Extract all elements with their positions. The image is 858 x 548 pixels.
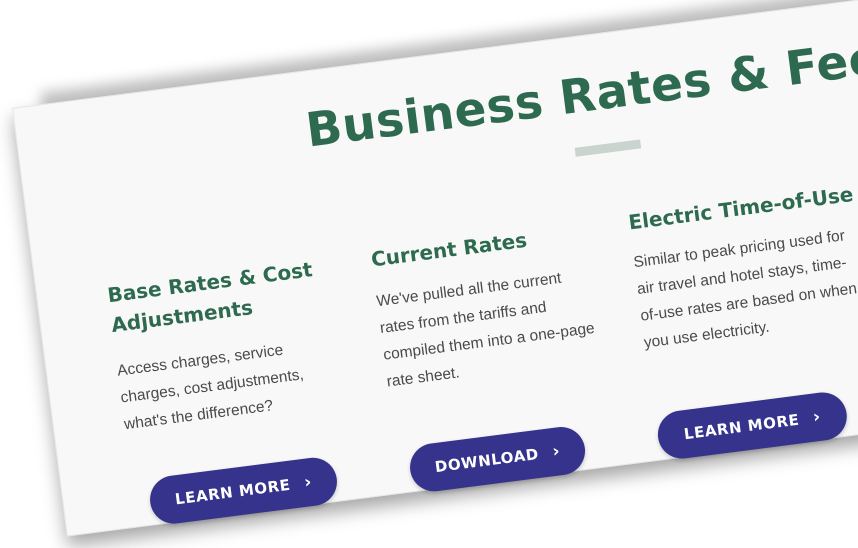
column-description: Access charges, service charges, cost ad… — [116, 341, 305, 434]
button-label: LEARN MORE — [173, 475, 292, 509]
download-button[interactable]: DOWNLOAD › — [407, 424, 588, 495]
chevron-right-icon: › — [811, 406, 822, 428]
column-description: Similar to peak pricing used for air tra… — [632, 227, 858, 352]
column-title: Base Rates & Cost Adjustments — [106, 257, 314, 338]
learn-more-button[interactable]: LEARN MORE › — [147, 454, 340, 527]
column-description: We've pulled all the current rates from … — [375, 269, 596, 391]
column-base-rates: Base Rates & Cost Adjustments Access cha… — [106, 254, 335, 438]
button-label: DOWNLOAD — [433, 444, 540, 477]
title-divider — [574, 139, 642, 157]
column-time-of-use: Electric Time-of-Use Similar to peak pri… — [627, 178, 858, 356]
learn-more-button[interactable]: LEARN MORE › — [655, 389, 850, 462]
column-current-rates: Current Rates We've pulled all the curre… — [369, 215, 616, 395]
chevron-right-icon: › — [303, 472, 314, 493]
screenshot-scene: Business Rates & Fees Base Rates & Cost … — [0, 0, 858, 548]
chevron-right-icon: › — [551, 441, 562, 463]
button-label: LEARN MORE — [682, 410, 801, 444]
